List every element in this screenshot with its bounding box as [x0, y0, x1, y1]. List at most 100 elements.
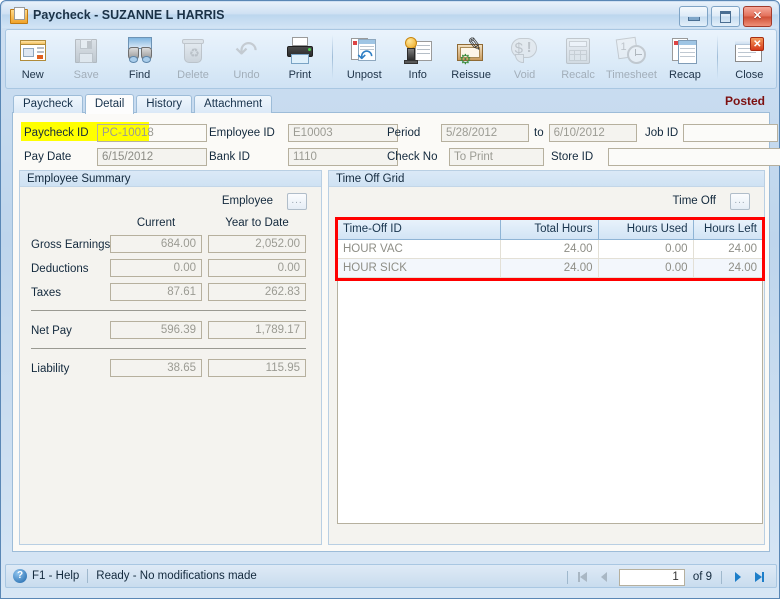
store-id-input[interactable] [608, 148, 780, 166]
toolbar-button-print[interactable]: Print [273, 33, 326, 87]
undo-arrow-icon: ↶ [235, 36, 258, 66]
store-id-label: Store ID [551, 151, 594, 163]
toolbar: New Save Find ♻ Delete ↶ Undo Print ↶ Un… [5, 29, 777, 89]
tab-history[interactable]: History [136, 95, 193, 113]
toolbar-button-delete[interactable]: ♻ Delete [166, 33, 219, 87]
employee-summary-title: Employee Summary [20, 171, 321, 187]
floppy-disk-icon [70, 35, 102, 67]
toolbar-button-recalc[interactable]: Recalc [551, 33, 604, 87]
toolbar-label-close: Close [735, 69, 764, 81]
toolbar-label-new: New [21, 69, 44, 81]
tab-attachment[interactable]: Attachment [194, 95, 273, 113]
previous-record-button[interactable] [594, 566, 616, 588]
table-header-row: Time-Off ID Total Hours Hours Used Hours… [338, 220, 762, 240]
cell-total-hours-1[interactable]: 24.00 [500, 258, 599, 278]
time-off-grid-group: Time Off Grid Time Off ... Time-Off ID T… [328, 170, 765, 545]
first-record-button[interactable] [572, 566, 594, 588]
toolbar-button-info[interactable]: Info [391, 33, 444, 87]
period-field-group: Period 5/28/2012 to 6/10/2012 [387, 123, 637, 143]
pay-date-input[interactable]: 6/15/2012 [97, 148, 207, 166]
cell-hours-used-1[interactable]: 0.00 [598, 258, 694, 278]
table-row[interactable]: HOUR SICK 24.00 0.00 24.00 [338, 258, 762, 278]
status-badge: Posted [724, 94, 765, 108]
toolbar-button-undo[interactable]: ↶ Undo [220, 33, 273, 87]
column-header-time-off-id[interactable]: Time-Off ID [338, 220, 501, 240]
info-stamp-icon [402, 35, 434, 67]
close-icon: ✕ [752, 10, 763, 22]
summary-row-label-net-pay: Net Pay [31, 325, 72, 337]
cell-time-off-id-0[interactable]: HOUR VAC [338, 239, 501, 259]
cell-hours-used-0[interactable]: 0.00 [598, 239, 694, 259]
record-navigator: 1 of 9 [563, 565, 770, 589]
time-off-lookup-label: Time Off [672, 195, 716, 207]
minimize-icon [687, 17, 700, 21]
timesheet-clock-icon: 1 [615, 35, 647, 67]
employee-id-input[interactable]: E10003 [288, 124, 398, 142]
void-dollar-icon: $ ! [509, 35, 541, 67]
summary-current-taxes: 87.61 [110, 283, 202, 301]
table-row[interactable]: HOUR VAC 24.00 0.00 24.00 [338, 239, 762, 259]
window-controls: ✕ [679, 6, 772, 27]
record-count-label: of 9 [692, 571, 712, 583]
status-separator [87, 569, 89, 583]
summary-current-net-pay: 596.39 [110, 321, 202, 339]
question-mark-icon: ? [13, 569, 27, 583]
toolbar-label-find: Find [128, 69, 151, 81]
current-record-input[interactable]: 1 [618, 568, 685, 586]
calculator-icon [562, 35, 594, 67]
job-id-input[interactable] [683, 124, 778, 142]
title-bar: Paycheck - SUZANNE L HARRIS ✕ [2, 2, 778, 28]
toolbar-label-recalc: Recalc [561, 69, 595, 81]
time-off-browse-button[interactable]: ... [730, 193, 750, 210]
maximize-button[interactable] [711, 6, 740, 27]
toolbar-label-print: Print [288, 69, 312, 81]
maximize-icon [720, 10, 731, 23]
summary-ytd-gross-earnings: 2,052.00 [208, 235, 306, 253]
paycheck-id-field-group: Paycheck ID PC-10018 [24, 123, 207, 143]
toolbar-button-unpost[interactable]: ↶ Unpost [338, 33, 391, 87]
toolbar-button-recap[interactable]: Recap [658, 33, 711, 87]
cell-hours-left-1[interactable]: 24.00 [693, 258, 762, 278]
time-off-grid[interactable]: Time-Off ID Total Hours Hours Used Hours… [337, 219, 763, 524]
summary-row-label-gross-earnings: Gross Earnings [31, 239, 111, 251]
period-from-input[interactable]: 5/28/2012 [441, 124, 529, 142]
last-record-button[interactable] [748, 566, 770, 588]
trash-can-icon: ♻ [177, 35, 209, 67]
new-document-icon [17, 35, 49, 67]
cell-total-hours-0[interactable]: 24.00 [500, 239, 599, 259]
toolbar-button-save[interactable]: Save [59, 33, 112, 87]
toolbar-button-void[interactable]: $ ! Void [498, 33, 551, 87]
column-header-total-hours[interactable]: Total Hours [500, 220, 599, 240]
period-label: Period [387, 127, 421, 139]
detail-content-panel: Paycheck ID PC-10018 Employee ID E10003 … [12, 112, 780, 552]
toolbar-label-recap: Recap [669, 69, 701, 81]
unpost-icon: ↶ [348, 35, 380, 67]
tab-detail[interactable]: Detail [84, 94, 135, 114]
help-text[interactable]: F1 - Help [32, 570, 79, 582]
period-to-input[interactable]: 6/10/2012 [548, 124, 637, 142]
job-id-field-group: Job ID [645, 123, 778, 143]
summary-column-current: Current [136, 217, 176, 229]
check-no-input[interactable]: To Print [449, 148, 544, 166]
toolbar-button-find[interactable]: Find [113, 33, 166, 87]
close-button[interactable]: ✕ [743, 6, 772, 27]
check-no-label: Check No [387, 151, 438, 163]
summary-ytd-taxes: 262.83 [208, 283, 306, 301]
employee-browse-button[interactable]: ... [287, 193, 307, 210]
cell-time-off-id-1[interactable]: HOUR SICK [338, 258, 501, 278]
cell-hours-left-0[interactable]: 24.00 [693, 239, 762, 259]
tab-paycheck[interactable]: Paycheck [13, 95, 83, 113]
toolbar-button-close[interactable]: ✕ Close [723, 33, 776, 87]
column-header-hours-used[interactable]: Hours Used [598, 220, 694, 240]
binoculars-icon [124, 35, 156, 67]
toolbar-button-reissue[interactable]: ✎ ⚙ Reissue [444, 33, 497, 87]
toolbar-button-timesheet[interactable]: 1 Timesheet [605, 33, 658, 87]
toolbar-separator-2 [716, 35, 718, 79]
last-record-icon [754, 572, 764, 582]
next-record-button[interactable] [726, 566, 748, 588]
minimize-button[interactable] [679, 6, 708, 27]
column-header-hours-left[interactable]: Hours Left [693, 220, 762, 240]
bank-id-input[interactable]: 1110 [288, 148, 398, 166]
toolbar-button-new[interactable]: New [6, 33, 59, 87]
paycheck-id-input[interactable]: PC-10018 [97, 124, 207, 142]
